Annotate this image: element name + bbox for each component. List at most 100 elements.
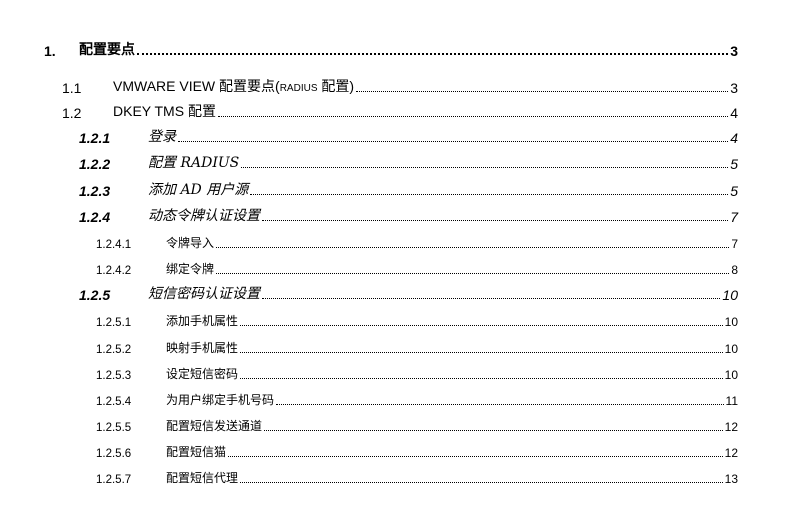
toc-entry-number: 1.2.4.1: [96, 239, 132, 251]
toc-entry-title: 短信密码认证设置: [148, 286, 260, 302]
toc-entry-1-2[interactable]: 1.2 DKEY TMS 配置 4: [0, 102, 794, 124]
toc-entry-number: 1.2.5: [79, 287, 111, 303]
toc-entry-title-end: 配置): [317, 78, 355, 94]
toc-entry-page: 5: [730, 156, 738, 172]
toc-entry-title: 映射手机属性: [166, 341, 239, 355]
toc-entry-title: 配置短信代理: [166, 471, 239, 485]
toc-entry-title: 为用户绑定手机号码: [166, 393, 275, 407]
toc-entry-1-2-4-1[interactable]: 1.2.4.1 令牌导入 7: [0, 232, 794, 254]
toc-entry-1-2-4[interactable]: 1.2.4 动态令牌认证设置 7: [0, 206, 794, 228]
dot-leader: [241, 167, 729, 168]
toc-entry-label: 动态令牌认证设置 7: [148, 205, 738, 225]
dot-leader: [217, 116, 729, 117]
toc-entry-number: 1.2.1: [79, 130, 111, 146]
toc-entry-number: 1.2.4.2: [96, 265, 132, 277]
toc-entry-page: 10: [724, 368, 738, 382]
toc-entry-number: 1.2.3: [79, 183, 111, 199]
toc-entry-number: 1.2.5.7: [96, 474, 132, 486]
toc-entry-title: 配置短信猫: [166, 445, 227, 459]
toc-entry-title: 令牌导入: [166, 236, 215, 250]
toc-entry-page: 13: [724, 472, 738, 486]
dot-leader: [262, 220, 729, 221]
toc-entry-page: 10: [722, 287, 738, 303]
toc-entry-label: 设定短信密码 10: [166, 365, 738, 382]
dot-leader: [240, 325, 723, 326]
toc-entry-page: 12: [724, 446, 738, 460]
table-of-contents: 1. 配置要点 3 1.1 VMWARE VIEW 配置要点(RADIUS 配置…: [0, 0, 794, 524]
dot-leader: [276, 404, 724, 405]
toc-entry-1-2-5-7[interactable]: 1.2.5.7 配置短信代理 13: [0, 467, 794, 489]
toc-entry-1-2-1[interactable]: 1.2.1 登录 4: [0, 127, 794, 149]
toc-entry-number: 1.2.2: [79, 156, 111, 172]
dot-leader: [356, 91, 729, 92]
toc-entry-label: 为用户绑定手机号码 11: [166, 391, 738, 408]
dot-leader: [228, 456, 723, 457]
toc-entry-title-start: VMWARE VIEW 配置要点(: [113, 78, 280, 94]
toc-entry-label: 配置短信代理 13: [166, 469, 738, 486]
toc-entry-label: 令牌导入 7: [166, 234, 738, 251]
toc-entry-page: 12: [724, 420, 738, 434]
toc-entry-title: 配置要点: [79, 41, 135, 57]
toc-entry-label: 配置短信发送通道 12: [166, 417, 738, 434]
toc-entry-1-1[interactable]: 1.1 VMWARE VIEW 配置要点(RADIUS 配置) 3: [0, 77, 794, 99]
toc-entry-number: 1.2.5.1: [96, 317, 132, 329]
toc-entry-number: 1.2.5.4: [96, 396, 132, 408]
toc-entry-page: 10: [724, 315, 738, 329]
toc-entry-page: 8: [731, 263, 738, 277]
toc-entry-page: 4: [730, 130, 738, 146]
toc-entry-label: 映射手机属性 10: [166, 339, 738, 356]
toc-entry-page: 7: [730, 209, 738, 225]
toc-entry-title: 添加 AD 用户源: [148, 182, 249, 198]
toc-entry-label: 添加手机属性 10: [166, 312, 738, 329]
toc-entry-1-2-2[interactable]: 1.2.2 配置 RADIUS 5: [0, 153, 794, 175]
toc-entry-title: 动态令牌认证设置: [148, 208, 260, 224]
toc-entry-label: 配置 RADIUS 5: [148, 152, 738, 172]
dot-leader: [216, 247, 730, 248]
toc-entry-title: 登录: [148, 129, 176, 145]
toc-entry-page: 11: [725, 394, 738, 408]
toc-entry-label: DKEY TMS 配置 4: [113, 101, 738, 121]
toc-entry-label: 配置短信猫 12: [166, 443, 738, 460]
toc-entry-1-2-5-6[interactable]: 1.2.5.6 配置短信猫 12: [0, 441, 794, 463]
toc-entry-1-2-3[interactable]: 1.2.3 添加 AD 用户源 5: [0, 180, 794, 202]
toc-entry-page: 7: [731, 237, 738, 251]
dot-leader: [240, 352, 723, 353]
toc-entry-label: VMWARE VIEW 配置要点(RADIUS 配置) 3: [113, 76, 738, 96]
toc-entry-1-2-5-5[interactable]: 1.2.5.5 配置短信发送通道 12: [0, 415, 794, 437]
dot-leader: [240, 378, 723, 379]
toc-entry-page: 3: [730, 43, 738, 59]
toc-entry-label: 配置要点 3: [79, 39, 738, 59]
toc-entry-number: 1.2.5.3: [96, 370, 132, 382]
dot-leader: [250, 194, 729, 195]
toc-entry-1-2-4-2[interactable]: 1.2.4.2 绑定令牌 8: [0, 258, 794, 280]
toc-entry-number: 1.2.5.2: [96, 344, 132, 356]
dot-leader: [178, 141, 729, 142]
toc-entry-1-2-5-1[interactable]: 1.2.5.1 添加手机属性 10: [0, 310, 794, 332]
toc-entry-title-smallcaps: RADIUS: [279, 83, 318, 94]
dot-leader: [262, 298, 721, 299]
toc-entry-page: 5: [730, 183, 738, 199]
toc-entry-page: 10: [724, 342, 738, 356]
dot-leader: [216, 273, 730, 274]
toc-entry-number: 1.1: [62, 80, 82, 96]
toc-entry-number: 1.: [44, 43, 56, 59]
toc-entry-title: 配置 RADIUS: [148, 155, 240, 171]
toc-entry-1-2-5-4[interactable]: 1.2.5.4 为用户绑定手机号码 11: [0, 389, 794, 411]
dot-leader: [137, 53, 729, 55]
toc-entry-1-2-5[interactable]: 1.2.5 短信密码认证设置 10: [0, 284, 794, 306]
toc-entry-title: DKEY TMS 配置: [113, 103, 216, 119]
toc-entry-1-2-5-2[interactable]: 1.2.5.2 映射手机属性 10: [0, 337, 794, 359]
toc-entry-label: 添加 AD 用户源 5: [148, 179, 738, 199]
toc-entry-number: 1.2.4: [79, 209, 111, 225]
toc-entry-page: 4: [730, 105, 738, 121]
dot-leader: [240, 482, 723, 483]
toc-entry-number: 1.2.5.6: [96, 448, 132, 460]
toc-entry-1[interactable]: 1. 配置要点 3: [0, 40, 794, 62]
toc-entry-title: 配置短信发送通道: [166, 419, 263, 433]
toc-entry-label: 短信密码认证设置 10: [148, 283, 738, 303]
toc-entry-1-2-5-3[interactable]: 1.2.5.3 设定短信密码 10: [0, 363, 794, 385]
toc-entry-title: 添加手机属性: [166, 314, 239, 328]
toc-entry-number: 1.2: [62, 105, 82, 121]
toc-entry-page: 3: [730, 80, 738, 96]
toc-entry-title: VMWARE VIEW 配置要点(RADIUS 配置): [113, 76, 354, 96]
